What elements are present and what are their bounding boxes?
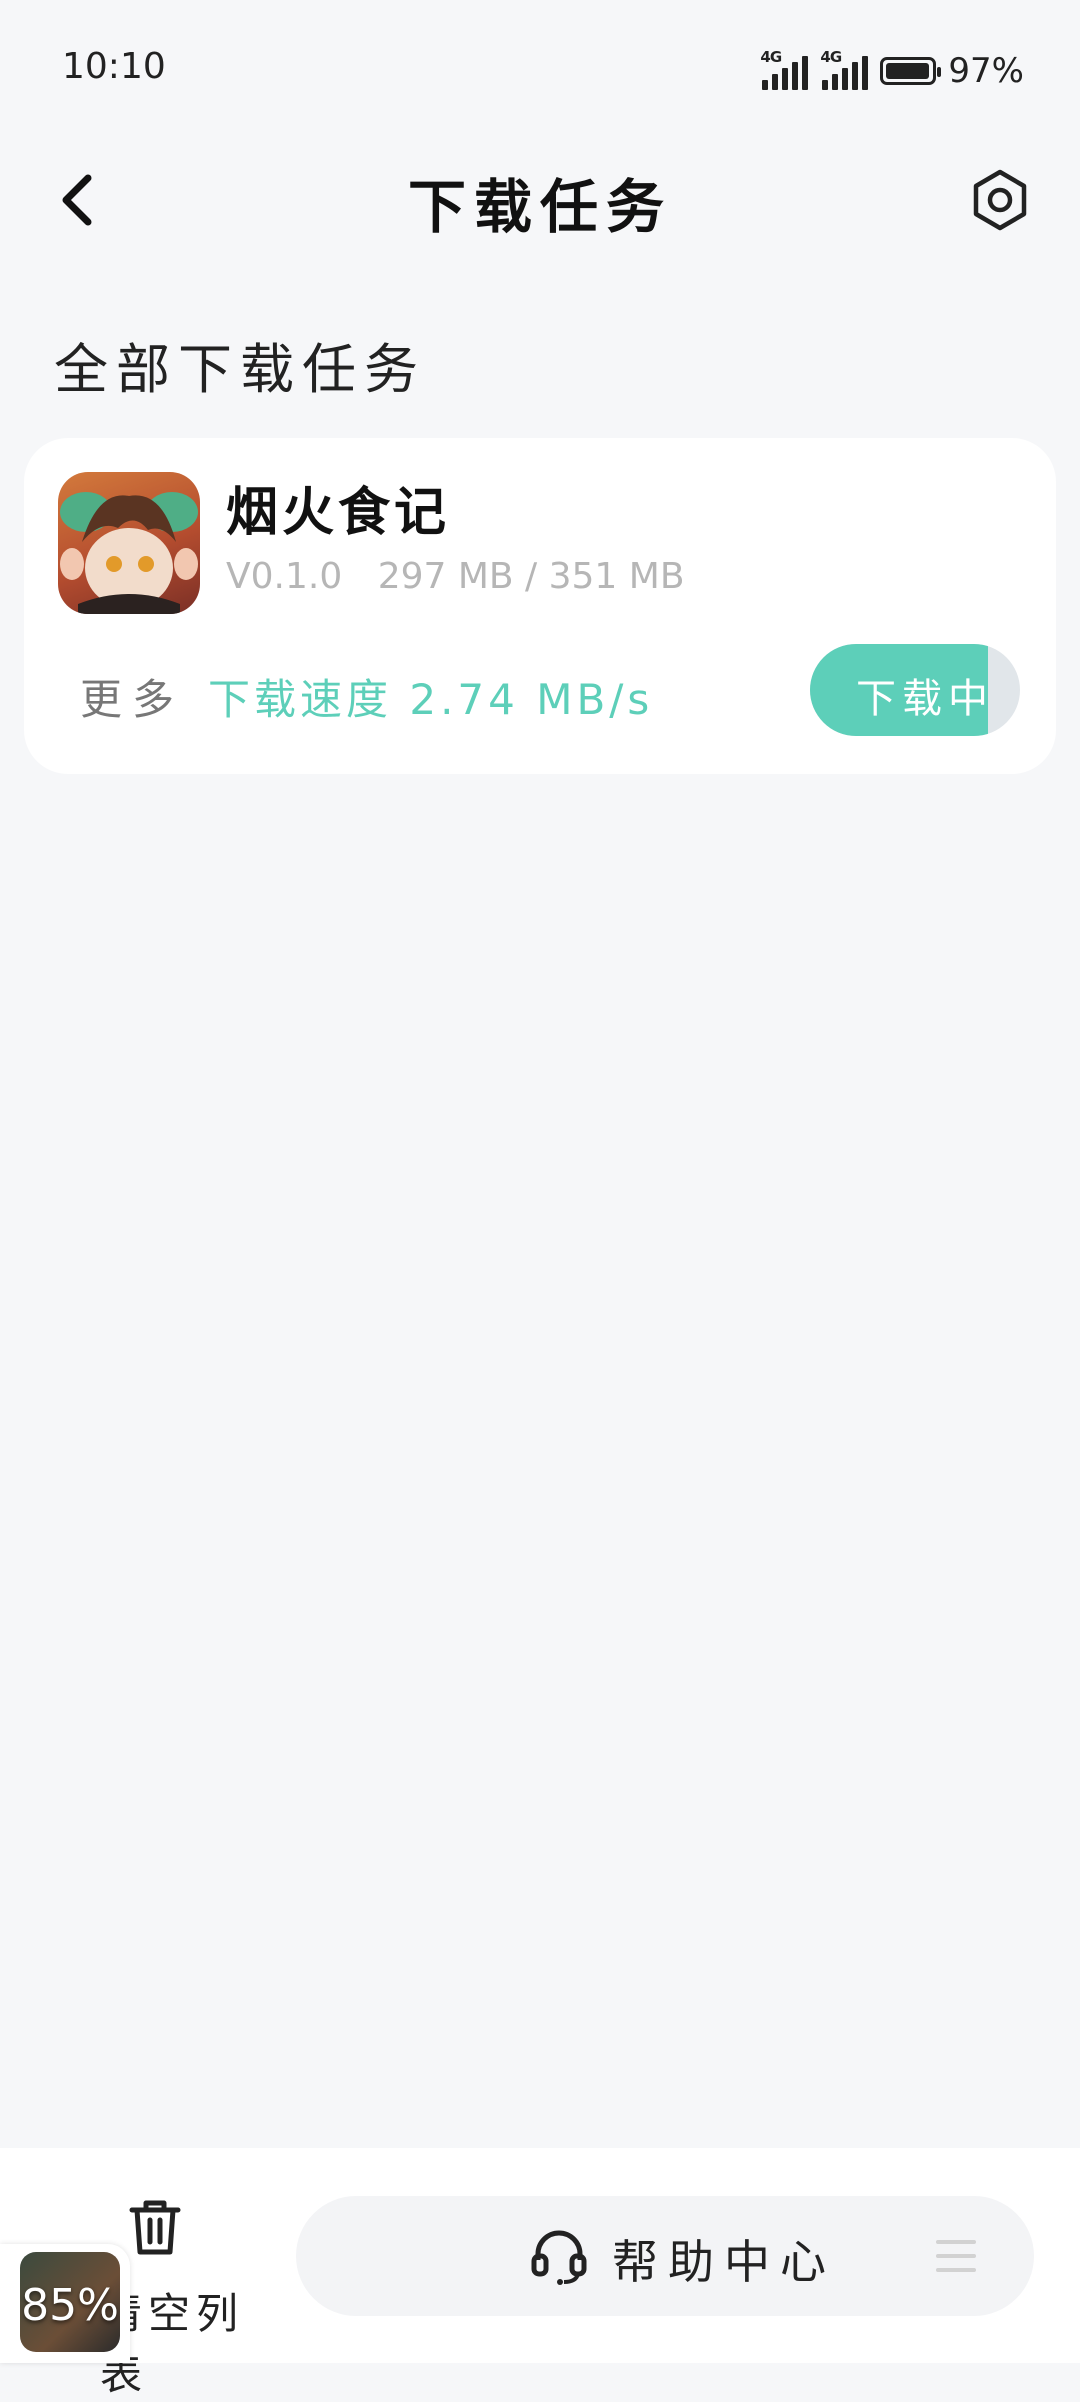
app-name: 烟火食记 — [226, 483, 451, 543]
network-type-label: 4G — [820, 48, 842, 66]
download-size: 297 MB / 351 MB — [377, 556, 685, 597]
header: 下载任务 — [0, 140, 1080, 260]
battery-percent: 97% — [948, 51, 1024, 91]
floating-progress-percent: 85% — [21, 2280, 119, 2331]
floating-download-badge[interactable]: 85% — [0, 2244, 130, 2363]
progress-label: 下载中 — [856, 676, 994, 722]
signal-icon: 4G — [760, 48, 809, 90]
network-type-label: 4G — [760, 48, 782, 66]
trash-icon — [129, 2200, 181, 2255]
more-link[interactable]: 更多 — [80, 666, 184, 727]
menu-icon[interactable] — [936, 2240, 976, 2274]
settings-button[interactable] — [964, 164, 1036, 236]
download-progress-button[interactable]: 下载中 — [810, 644, 1020, 736]
bottom-bar: 清空列表 帮助中心 — [0, 2148, 1080, 2399]
download-task-card: 烟火食记 V0.1.0 297 MB / 351 MB 更多 下载速度 2.74… — [24, 438, 1056, 774]
floating-app-thumbnail: 85% — [20, 2252, 120, 2352]
signal-icon: 4G — [820, 48, 869, 90]
battery-icon — [880, 57, 942, 85]
headset-icon — [531, 2230, 587, 2285]
status-bar: 10:10 4G 4G 97% — [0, 0, 1080, 140]
download-speed: 下载速度 2.74 MB/s — [208, 675, 654, 724]
status-indicators: 4G 4G 97% — [760, 48, 1024, 94]
help-center-button[interactable]: 帮助中心 — [296, 2196, 1034, 2316]
app-version: V0.1.0 — [226, 556, 343, 597]
help-center-label: 帮助中心 — [612, 2235, 836, 2289]
gear-icon — [973, 169, 1027, 231]
app-icon — [58, 472, 200, 614]
app-meta: V0.1.0 297 MB / 351 MB — [226, 556, 685, 597]
page-title: 下载任务 — [407, 173, 672, 241]
section-title: 全部下载任务 — [54, 338, 426, 401]
status-time: 10:10 — [62, 46, 166, 87]
